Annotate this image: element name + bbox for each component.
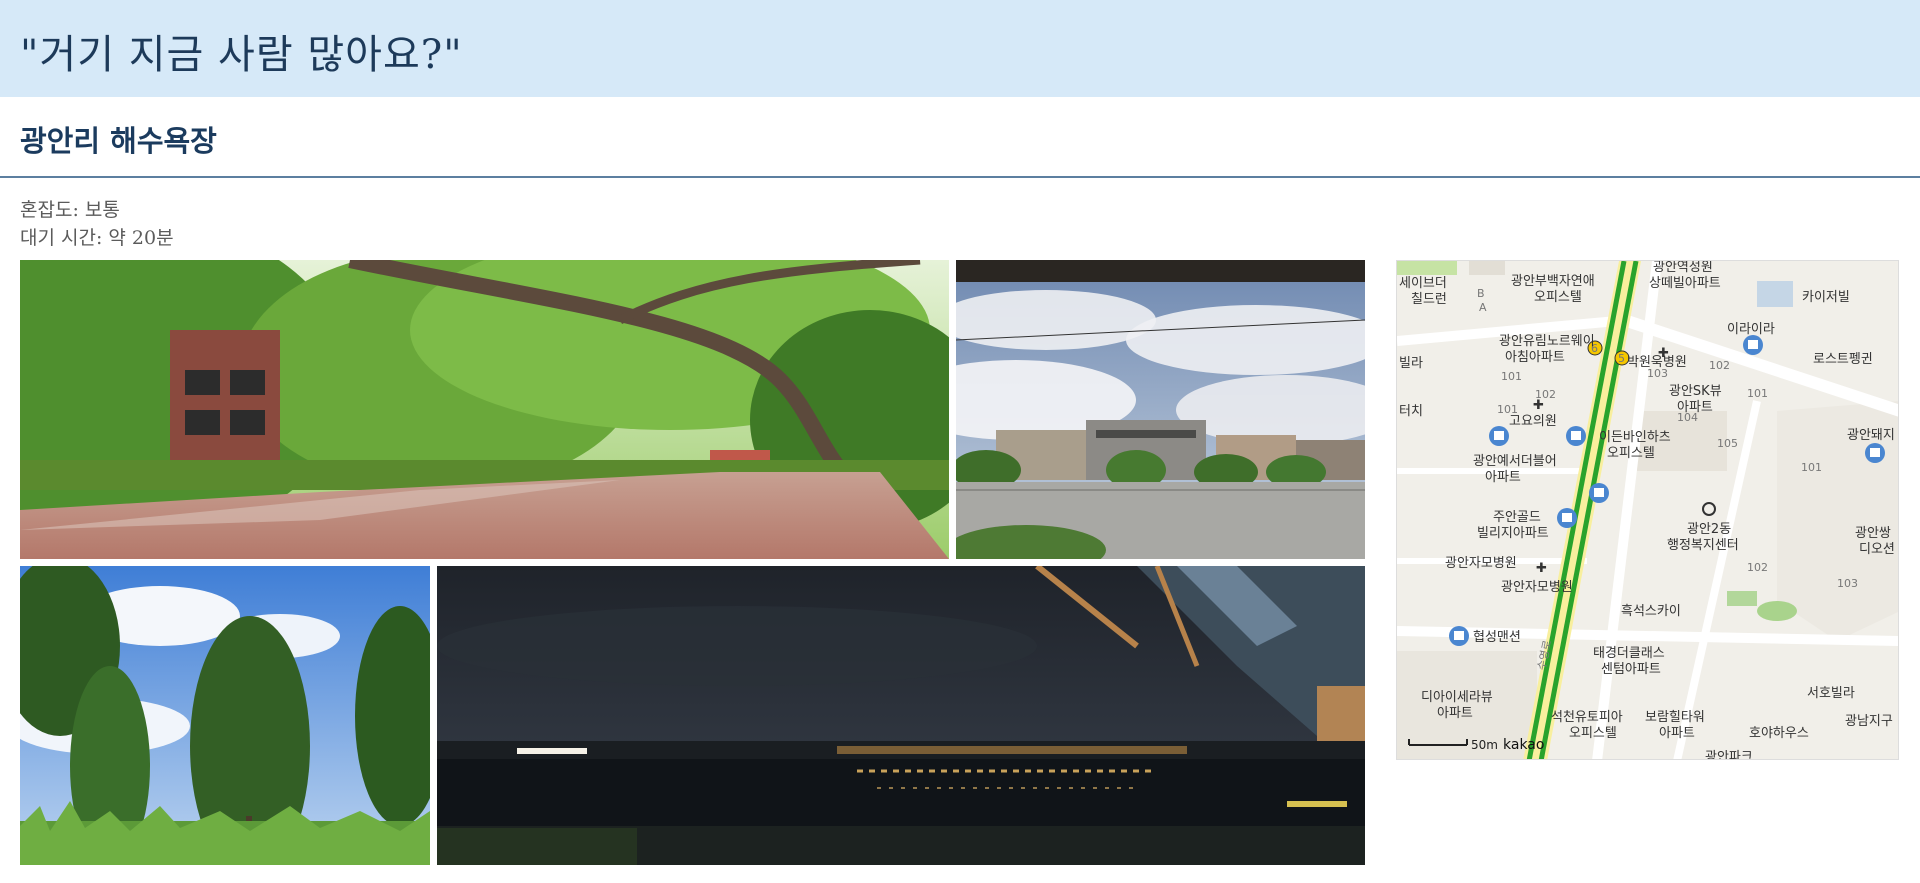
map-number: 101 [1747,387,1768,400]
map-label: 광안돼지 [1847,428,1895,443]
map-label: 세이브더 [1399,276,1447,291]
map-label: 광안자모병원 [1501,580,1573,595]
congestion-text: 혼잡도: 보통 [20,199,120,221]
map-label: 터치 [1399,404,1423,419]
bus-stop-icon[interactable] [1449,626,1469,646]
map-label: 센텀아파트 [1601,662,1661,677]
map-scale-label: 50m [1471,738,1498,752]
map-label: 보람힐타워 [1645,710,1705,725]
map-label: 아침아파트 [1505,350,1565,365]
divider [0,176,1920,178]
map-label: 태경더클래스 [1593,646,1665,661]
map-number: 103 [1647,367,1668,380]
map-number: 105 [1717,437,1738,450]
map-label: 빌라 [1399,356,1423,371]
map-label: 호야하우스 [1749,726,1809,741]
map-label: 아파트 [1437,706,1473,721]
map-number: 102 [1709,359,1730,372]
map-label: 오피스텔 [1534,290,1582,305]
page-title: "거기 지금 사람 많아요?" [20,32,463,78]
map-label: 광안예서더블어 [1473,454,1557,469]
map-number: 103 [1837,577,1858,590]
map-label: 광안역성원 [1653,261,1713,275]
map-number: 102 [1747,561,1768,574]
map-number: B [1477,287,1485,300]
header-bar: "거기 지금 사람 많아요?" [0,0,1920,97]
map-label: 광남지구 [1845,714,1893,729]
map-label: 석천유토피아 [1551,710,1623,725]
station-5-label: 5 [1618,352,1625,365]
map-label: 광안파크 [1705,750,1753,760]
photo-night-river[interactable] [437,566,1365,865]
photo-walkway[interactable] [20,260,949,559]
bus-stop-icon[interactable] [1865,443,1885,463]
map-label: 광안쌍 [1855,526,1891,541]
kakao-logo: kakao [1503,737,1544,753]
map-label: 협성맨션 [1473,630,1521,645]
map-label: 이라이라 [1727,322,1775,337]
map-label: 이든바인하츠 [1599,430,1671,445]
map-number: 101 [1501,370,1522,383]
map-label: 아파트 [1659,726,1695,741]
map-label: 오피스텔 [1569,726,1617,741]
place-name: 광안리 해수욕장 [20,124,217,158]
map-label: 흑석스카이 [1621,604,1681,619]
map-label: 광안자모병원 [1445,556,1517,571]
map-label: 상떼빌아파트 [1649,276,1721,291]
bus-stop-icon[interactable] [1489,426,1509,446]
map-label: 빌리지아파트 [1477,526,1549,541]
location-map[interactable]: 6 5 수영로 ✚ ✚ ✚ 광안역성원 상떼빌아파트 세이브더 칠드런 광안부백… [1396,260,1899,760]
bus-stop-icon[interactable] [1589,483,1609,503]
bus-stop-icon[interactable] [1743,335,1763,355]
map-label: 행정복지센터 [1667,537,1739,553]
map-number: 102 [1535,388,1556,401]
map-label: 디아이세라뷰 [1421,690,1493,705]
map-label: 아파트 [1485,470,1521,485]
bus-stop-icon[interactable] [1557,508,1577,528]
map-label: 광안SK뷰 [1669,384,1722,399]
map-label: 광안유림노르웨이 [1499,334,1595,349]
map-label: 디오션 [1859,542,1895,557]
hospital-icon: ✚ [1536,561,1547,576]
map-label: 카이저빌 [1802,290,1850,305]
map-label: 칠드런 [1411,292,1447,307]
map-label: 서호빌라 [1807,686,1855,701]
map-label: 주안골드 [1493,510,1541,525]
map-number: A [1479,301,1487,314]
map-number: 104 [1677,411,1698,424]
map-number: 101 [1801,461,1822,474]
map-label: 광안부백자연애 [1511,274,1595,289]
wait-time-text: 대기 시간: 약 20분 [20,227,174,249]
photo-buildings-sky[interactable] [956,260,1365,559]
photo-poplar-trees[interactable] [20,566,430,865]
map-number: 101 [1497,403,1518,416]
map-label: 오피스텔 [1607,446,1655,461]
map-label: 로스트펭귄 [1813,352,1873,367]
map-label: 고요의원 [1509,414,1557,429]
map-label: 광안2동 [1687,522,1731,537]
bus-stop-icon[interactable] [1566,426,1586,446]
